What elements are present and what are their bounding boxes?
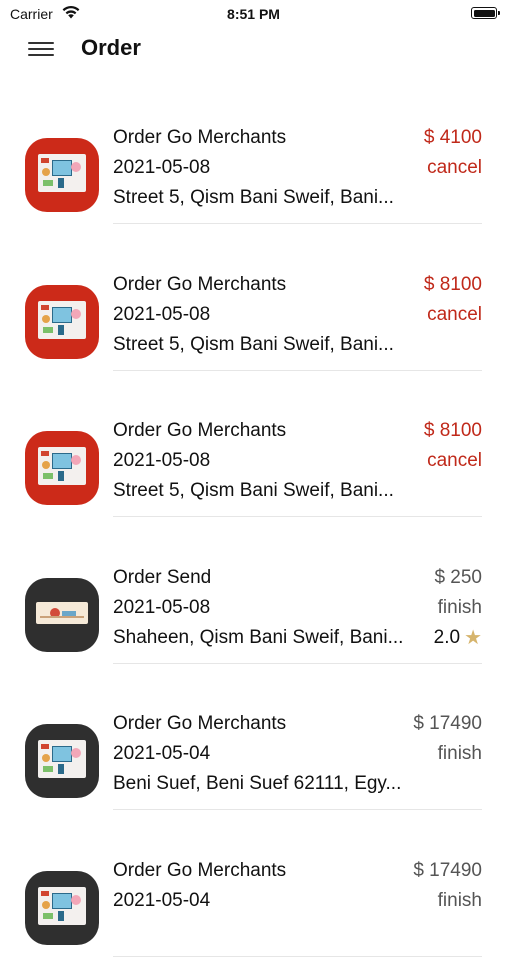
- clock: 8:51 PM: [0, 6, 507, 22]
- order-price: $ 8100: [424, 419, 482, 443]
- order-price: $ 4100: [424, 126, 482, 150]
- navigation-bar: Order: [0, 28, 507, 72]
- order-illustration: [38, 447, 86, 485]
- hamburger-icon[interactable]: [28, 40, 54, 58]
- order-date: 2021-05-08: [113, 596, 482, 620]
- page-title: Order: [81, 35, 141, 61]
- order-illustration: [36, 602, 88, 624]
- order-row[interactable]: Order Go Merchants2021-05-04 Beni Suef, …: [0, 666, 507, 813]
- status-bar: Carrier 8:51 PM: [0, 0, 507, 28]
- order-title: Order Send: [113, 566, 482, 590]
- order-status: finish: [438, 596, 482, 620]
- order-rating: 2.0★: [434, 626, 482, 650]
- order-date: 2021-05-04: [113, 742, 482, 766]
- order-address: Beni Suef, Beni Suef 62111, Egy...: [113, 772, 415, 796]
- order-thumbnail: [25, 138, 99, 212]
- row-divider: [113, 663, 482, 664]
- row-divider: [113, 516, 482, 517]
- order-status: cancel: [427, 303, 482, 327]
- order-status: finish: [438, 889, 482, 913]
- battery-icon: [471, 7, 497, 19]
- order-illustration: [38, 301, 86, 339]
- order-row[interactable]: Order Go Merchants2021-05-04$ 17490finis…: [0, 813, 507, 959]
- order-date: 2021-05-04: [113, 889, 482, 913]
- order-address: Street 5, Qism Bani Sweif, Bani...: [113, 333, 415, 357]
- order-status: cancel: [427, 449, 482, 473]
- rating-value: 2.0: [434, 626, 460, 650]
- order-illustration: [38, 740, 86, 778]
- order-row[interactable]: Order Go Merchants2021-05-08Street 5, Qi…: [0, 227, 507, 374]
- order-price: $ 250: [434, 566, 482, 590]
- order-thumbnail: [25, 285, 99, 359]
- order-list: Order Go Merchants2021-05-08Street 5, Qi…: [0, 80, 507, 959]
- order-thumbnail: [25, 724, 99, 798]
- order-thumbnail: [25, 578, 99, 652]
- order-address: Shaheen, Qism Bani Sweif, Bani...: [113, 626, 415, 650]
- star-icon: ★: [464, 626, 482, 650]
- row-divider: [113, 809, 482, 810]
- order-row[interactable]: Order Go Merchants2021-05-08Street 5, Qi…: [0, 373, 507, 520]
- order-illustration: [38, 887, 86, 925]
- row-divider: [113, 223, 482, 224]
- order-price: $ 8100: [424, 273, 482, 297]
- order-address: Street 5, Qism Bani Sweif, Bani...: [113, 186, 415, 210]
- order-price: $ 17490: [413, 712, 482, 736]
- order-thumbnail: [25, 871, 99, 945]
- order-thumbnail: [25, 431, 99, 505]
- order-status: finish: [438, 742, 482, 766]
- order-price: $ 17490: [413, 859, 482, 883]
- order-illustration: [38, 154, 86, 192]
- order-row[interactable]: Order Go Merchants2021-05-08Street 5, Qi…: [0, 80, 507, 227]
- row-divider: [113, 956, 482, 957]
- order-address: Street 5, Qism Bani Sweif, Bani...: [113, 479, 415, 503]
- row-divider: [113, 370, 482, 371]
- order-status: cancel: [427, 156, 482, 180]
- order-row[interactable]: Order Send 2021-05-08 Shaheen, Qism Bani S…: [0, 520, 507, 667]
